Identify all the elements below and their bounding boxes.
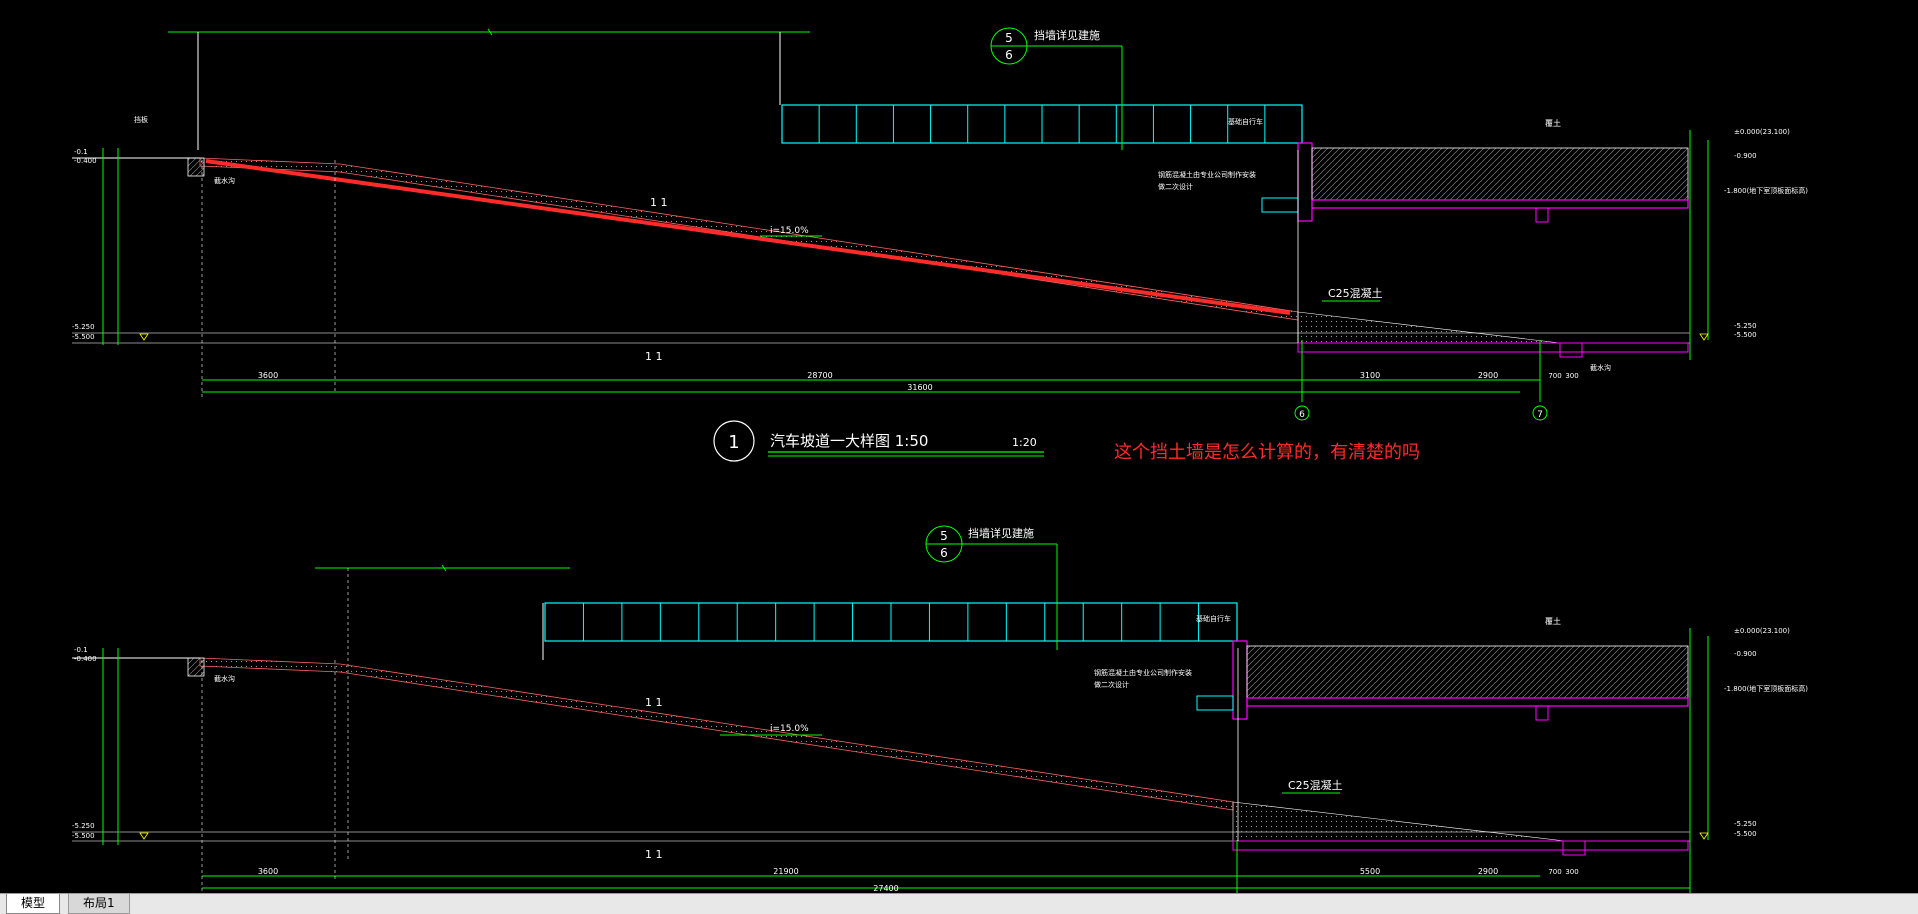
section-number-bottom: 6 xyxy=(940,546,948,560)
dim-4: 2900 xyxy=(1478,371,1498,380)
elevation-mark-icon xyxy=(139,333,149,341)
dim-2: 28700 xyxy=(807,371,832,380)
barrier-label: 挡板 xyxy=(134,115,148,124)
section-number-bottom: 6 xyxy=(1005,48,1013,62)
design-note: 钢筋混凝土由专业公司制作安装 xyxy=(1158,170,1256,179)
section-cut-mark-bottom: 1 1 xyxy=(645,848,663,861)
canopy-grille-1 xyxy=(781,104,1303,144)
drain-label-right: 截水沟 xyxy=(1590,363,1611,372)
drawing-scale: 1:20 xyxy=(1012,436,1037,449)
dim-1: 3600 xyxy=(258,867,278,876)
section-marker-icon: 5 6 挡墙详见建施 xyxy=(990,27,1123,150)
elev-left-bottom2: -5.500 xyxy=(72,333,95,341)
canopy-grille-2 xyxy=(544,602,1238,642)
concrete-label: C25混凝土 xyxy=(1328,286,1383,300)
tab-model[interactable]: 模型 xyxy=(6,894,61,914)
wall-label: 基础自行车 xyxy=(1196,614,1231,623)
elev-right-bottom2: -5.500 xyxy=(1734,830,1757,838)
design-note-2: 做二次设计 xyxy=(1158,182,1193,191)
design-note: 钢筋混凝土由专业公司制作安装 xyxy=(1094,668,1192,677)
elev-right-top: ±0.000(23.100) xyxy=(1734,128,1790,136)
section-marker-icon: 5 6 挡墙详见建施 xyxy=(925,525,1058,650)
elev-right-2: -0.900 xyxy=(1734,152,1757,160)
elev-right-3: -1.800(地下室顶板面标高) xyxy=(1724,684,1808,693)
ramp-section-drawing-1: 5 6 挡墙详见建施 3600 28700 3100 2900 700 300 … xyxy=(72,27,1808,421)
section-number-top: 5 xyxy=(1005,31,1013,45)
elev-right-2: -0.900 xyxy=(1734,650,1757,658)
dim-2: 21900 xyxy=(773,867,798,876)
elevation-mark-icon xyxy=(1699,333,1709,341)
dim-6: 300 xyxy=(1565,868,1578,876)
retaining-wall-note: 挡墙详见建施 xyxy=(1034,28,1100,42)
elev-right-top: ±0.000(23.100) xyxy=(1734,627,1790,635)
elev-right-bottom: -5.250 xyxy=(1734,820,1757,828)
dim-6: 300 xyxy=(1565,372,1578,380)
dim-3: 5500 xyxy=(1360,867,1380,876)
elev-left-top: -0.1 xyxy=(74,148,88,156)
section-number-top: 5 xyxy=(940,529,948,543)
design-note-2: 做二次设计 xyxy=(1094,680,1129,689)
elevation-mark-icon xyxy=(139,832,149,840)
total-dim: 27400 xyxy=(873,884,898,893)
elev-left-2: -0.400 xyxy=(74,157,97,165)
drain-label: 截水沟 xyxy=(214,176,235,185)
dim-1: 3600 xyxy=(258,371,278,380)
ramp-section-drawing-2: 5 6 挡墙详见建施 3600 21900 5500 2900 700 300 … xyxy=(72,525,1808,893)
elev-right-3: -1.800(地下室顶板面标高) xyxy=(1724,186,1808,195)
elev-right-bottom2: -5.500 xyxy=(1734,331,1757,339)
elev-left-bottom: -5.250 xyxy=(72,323,95,331)
elev-left-top: -0.1 xyxy=(74,646,88,654)
cad-drawing-canvas[interactable]: 5 6 挡墙详见建施 3600 28700 3100 2900 700 300 … xyxy=(0,0,1918,893)
user-question-annotation: 这个挡土墙是怎么计算的，有清楚的吗 xyxy=(1114,442,1420,463)
section-cut-mark-top: 1 1 xyxy=(650,196,668,209)
concrete-label: C25混凝土 xyxy=(1288,778,1343,792)
section-cut-mark-top: 1 1 xyxy=(645,696,663,709)
axis-label-a: 6 xyxy=(1299,410,1305,420)
drain-label: 截水沟 xyxy=(214,674,235,683)
drawing-title-block: 1 汽车坡道一大样图 1:50 1:20 xyxy=(713,420,1044,462)
slope-label: i=15.0% xyxy=(770,226,809,236)
elev-right-bottom: -5.250 xyxy=(1734,322,1757,330)
soil-label: 覆土 xyxy=(1545,118,1561,128)
axis-label-b: 7 xyxy=(1537,410,1543,420)
tab-layout1[interactable]: 布局1 xyxy=(68,894,130,914)
drawing-title: 汽车坡道一大样图 1:50 xyxy=(770,432,928,450)
soil-label: 覆土 xyxy=(1545,616,1561,626)
elev-left-bottom2: -5.500 xyxy=(72,832,95,840)
section-cut-mark-bottom: 1 1 xyxy=(645,350,663,363)
retaining-wall-note: 挡墙详见建施 xyxy=(968,526,1034,540)
slope-label: i=15.0% xyxy=(770,724,809,734)
layout-tab-bar: 模型 布局1 xyxy=(0,893,1918,914)
dim-5: 700 xyxy=(1548,868,1561,876)
wall-label: 基础自行车 xyxy=(1228,117,1263,126)
elev-left-2: -0.400 xyxy=(74,655,97,663)
dim-5: 700 xyxy=(1548,372,1561,380)
dim-4: 2900 xyxy=(1478,867,1498,876)
elevation-mark-icon xyxy=(1699,832,1709,840)
dim-3: 3100 xyxy=(1360,371,1380,380)
elev-left-bottom: -5.250 xyxy=(72,822,95,830)
total-dim: 31600 xyxy=(907,383,932,392)
detail-number: 1 xyxy=(728,432,739,453)
